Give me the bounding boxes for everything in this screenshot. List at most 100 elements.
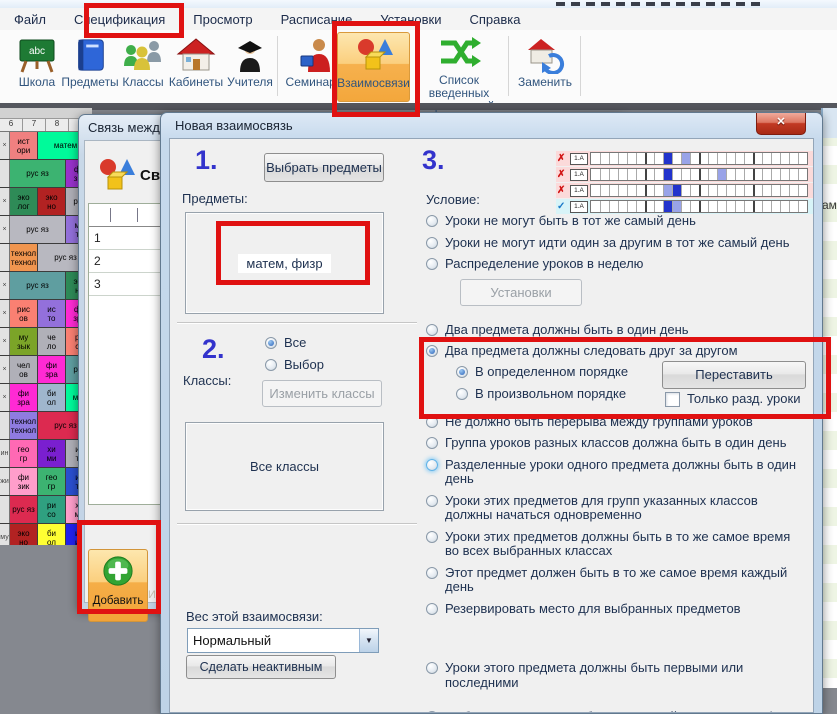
toolbar-button-label: Предметы bbox=[61, 76, 118, 89]
condition-option-4[interactable]: Два предмета должны быть в один день bbox=[426, 323, 814, 338]
radio-icon[interactable] bbox=[426, 567, 438, 579]
condition-option-order-any[interactable]: В произвольном порядке bbox=[456, 387, 626, 402]
radio-icon[interactable] bbox=[426, 237, 438, 249]
radio-icon[interactable] bbox=[426, 324, 438, 336]
grid-header-cell: 7 bbox=[23, 119, 46, 131]
menu-item-3[interactable]: Просмотр bbox=[179, 9, 266, 30]
dialog-title[interactable]: Новая взаимосвязь bbox=[161, 113, 822, 138]
classes-choice-radio[interactable]: Выбор bbox=[265, 358, 324, 373]
menu-item-2[interactable]: Спецификация bbox=[60, 9, 179, 30]
edit-classes-button[interactable]: Изменить классы bbox=[262, 380, 382, 407]
condition-option-13[interactable]: Уроки этого предмета должны быть первыми… bbox=[426, 661, 814, 690]
deactivate-button[interactable]: Сделать неактивным bbox=[186, 655, 336, 679]
radio-icon[interactable] bbox=[426, 416, 438, 428]
separator bbox=[177, 322, 417, 323]
toolbar-button-shuffle[interactable]: Список введенных ограничений bbox=[408, 32, 510, 100]
radio-icon[interactable] bbox=[426, 531, 438, 543]
school-icon: abc bbox=[17, 32, 57, 74]
toolbar-button-label: Заменить bbox=[518, 76, 572, 89]
toolbar-button-shapes[interactable]: Взаимосвязи bbox=[337, 32, 410, 102]
radio-icon[interactable] bbox=[426, 345, 438, 357]
cross-icon: ✗ bbox=[557, 169, 570, 180]
class-tag: 1.A bbox=[570, 169, 588, 181]
classes-all-label: Все bbox=[284, 336, 306, 351]
subjects-label: Предметы: bbox=[182, 191, 248, 206]
grid-flag-cell: × bbox=[0, 188, 10, 215]
condition-option-1[interactable]: Уроки не могут быть в тот же самый день bbox=[426, 214, 814, 229]
radio-icon[interactable] bbox=[265, 359, 277, 371]
menu-item-1[interactable]: Файл bbox=[0, 9, 60, 30]
radio-icon[interactable] bbox=[426, 258, 438, 270]
toolbar-button-book[interactable]: Предметы bbox=[62, 32, 118, 100]
toolbar-button-label: Взаимосвязи bbox=[337, 77, 410, 90]
classes-all-radio[interactable]: Все bbox=[265, 336, 306, 351]
grid-lesson-cell: фи зра bbox=[38, 356, 66, 383]
condition-label: Условие: bbox=[426, 192, 480, 207]
condition-option-8[interactable]: Разделенные уроки одного предмета должны… bbox=[426, 458, 814, 487]
checkbox-label: Только разд. уроки bbox=[687, 392, 800, 407]
background-list-window bbox=[821, 108, 837, 688]
grid-flag-cell bbox=[0, 244, 10, 271]
teacher-icon bbox=[230, 32, 270, 74]
menu-item-6[interactable]: Справка bbox=[456, 9, 535, 30]
toolbar-button-replace[interactable]: Заменить bbox=[514, 32, 576, 100]
radio-icon[interactable] bbox=[426, 603, 438, 615]
condition-option-2[interactable]: Уроки не могут идти один за другим в тот… bbox=[426, 236, 814, 251]
condition-option-7[interactable]: Группа уроков разных классов должна быть… bbox=[426, 436, 814, 451]
radio-icon[interactable] bbox=[426, 437, 438, 449]
toolbar-button-teacher[interactable]: Учителя bbox=[224, 32, 276, 100]
condition-option-label: Выбр. предметы могут быть во второй поло… bbox=[445, 710, 807, 713]
condition-option-label: В произвольном порядке bbox=[475, 387, 626, 402]
radio-icon[interactable] bbox=[426, 495, 438, 507]
toolbar-separator bbox=[277, 36, 278, 96]
condition-option-label: Не должно быть перерыва между группами у… bbox=[445, 415, 753, 430]
toolbar-button-school[interactable]: abc Школа bbox=[12, 32, 62, 100]
classes-box: Все классы bbox=[185, 422, 384, 511]
subjects-value: матем, физр bbox=[238, 254, 330, 273]
toolbar-button-label: Классы bbox=[122, 76, 163, 89]
add-button[interactable]: Добавить bbox=[88, 549, 148, 622]
only-separated-checkbox[interactable]: Только разд. уроки bbox=[665, 392, 800, 407]
toolbar-button-seminar[interactable]: Семинары bbox=[286, 32, 344, 100]
follow-order-subgroup: В определенном порядке В произвольном пор… bbox=[426, 363, 814, 409]
grid-header-cell: 6 bbox=[0, 119, 23, 131]
condition-option-10[interactable]: Уроки этих предметов должны быть в то же… bbox=[426, 530, 814, 559]
checkbox-icon[interactable] bbox=[665, 392, 680, 407]
condition-option-14[interactable]: Выбр. предметы могут быть во второй поло… bbox=[426, 710, 814, 713]
new-link-dialog: Новая взаимосвязь ✕ 1. Выбрать предметы … bbox=[160, 112, 823, 714]
weight-select[interactable]: Нормальный ▼ bbox=[187, 628, 379, 653]
radio-icon[interactable] bbox=[265, 337, 277, 349]
lesson-slot-strip bbox=[590, 168, 808, 181]
condition-option-6[interactable]: Не должно быть перерыва между группами у… bbox=[426, 415, 814, 430]
condition-option-order-fixed[interactable]: В определенном порядке bbox=[456, 365, 628, 380]
condition-option-12[interactable]: Резервировать место для выбранных предме… bbox=[426, 602, 814, 617]
settings-button[interactable]: Установки bbox=[460, 279, 582, 306]
grid-flag-cell: × bbox=[0, 328, 10, 355]
radio-icon[interactable] bbox=[426, 215, 438, 227]
radio-icon[interactable] bbox=[426, 711, 438, 713]
grid-lesson-cell: хи ми bbox=[38, 440, 66, 467]
condition-option-9[interactable]: Уроки этих предметов для групп указанных… bbox=[426, 494, 814, 523]
radio-icon[interactable] bbox=[426, 662, 438, 674]
grid-flag-cell: жи bbox=[0, 468, 10, 495]
condition-option-3[interactable]: Распределение уроков в неделю bbox=[426, 257, 814, 272]
radio-icon[interactable] bbox=[456, 388, 468, 400]
condition-option-11[interactable]: Этот предмет должен быть в то же самое в… bbox=[426, 566, 814, 595]
add-button-label: Добавить bbox=[93, 595, 144, 607]
swap-button[interactable]: Переставить bbox=[662, 361, 806, 389]
toolbar-button-label: Семинары bbox=[286, 76, 345, 89]
toolbar-button-people[interactable]: Классы bbox=[118, 32, 168, 100]
menu-item-4[interactable]: Расписание bbox=[267, 9, 367, 30]
radio-icon[interactable] bbox=[456, 366, 468, 378]
radio-icon[interactable] bbox=[426, 459, 438, 471]
weight-label: Вес этой взаимосвязи: bbox=[186, 609, 323, 624]
condition-option-5[interactable]: Два предмета должны следовать друг за др… bbox=[426, 344, 814, 359]
close-button[interactable]: ✕ bbox=[756, 113, 806, 135]
toolbar-button-label: Школа bbox=[19, 76, 55, 89]
toolbar-button-house[interactable]: Кабинеты bbox=[168, 32, 224, 100]
chevron-down-icon[interactable]: ▼ bbox=[359, 629, 378, 652]
menu-item-5[interactable]: Установки bbox=[366, 9, 455, 30]
choose-subjects-button[interactable]: Выбрать предметы bbox=[264, 153, 384, 182]
house-icon bbox=[176, 32, 216, 74]
condition-option-label: Разделенные уроки одного предмета должны… bbox=[445, 458, 814, 487]
